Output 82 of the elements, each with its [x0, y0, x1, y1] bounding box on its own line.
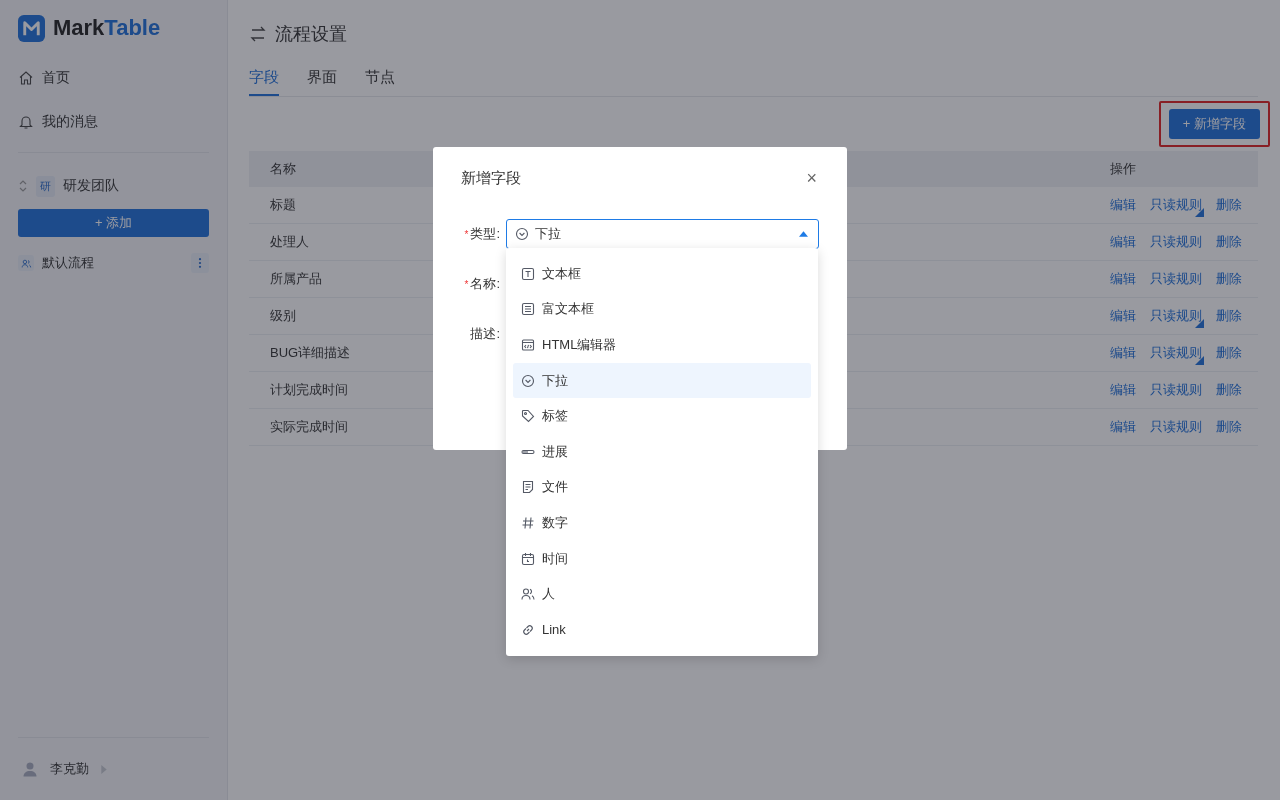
- code-window-icon: [521, 338, 535, 352]
- required-mark: *: [464, 229, 469, 240]
- action-link[interactable]: 删除: [1216, 233, 1242, 251]
- circle-chevron-icon: [515, 227, 529, 241]
- team-name[interactable]: 研发团队: [63, 177, 119, 195]
- sidebar-nav-item[interactable]: 我的消息: [18, 100, 209, 144]
- field-label: 类型:: [470, 226, 500, 241]
- people-icon: [521, 587, 535, 602]
- action-link[interactable]: 编辑: [1110, 381, 1136, 399]
- column-header: 名称: [270, 161, 296, 176]
- action-link[interactable]: 只读规则: [1150, 344, 1202, 362]
- expand-collapse-icon[interactable]: [18, 179, 28, 193]
- action-link[interactable]: 只读规则: [1150, 233, 1202, 251]
- app-logo-text: MarkTable: [53, 15, 161, 41]
- action-link[interactable]: 编辑: [1110, 418, 1136, 436]
- action-link[interactable]: 只读规则: [1150, 270, 1202, 288]
- page-title: 流程设置: [275, 23, 347, 46]
- rich-text-icon: [521, 302, 535, 317]
- text-box-icon: [521, 266, 535, 281]
- action-link[interactable]: 只读规则: [1150, 307, 1202, 325]
- home-icon: [18, 70, 34, 86]
- table-cell: 标题: [270, 197, 296, 212]
- action-link[interactable]: 只读规则: [1150, 418, 1202, 436]
- dropdown-option[interactable]: 标签: [513, 398, 811, 434]
- user-name[interactable]: 李克勤: [50, 760, 89, 778]
- team-badge: 研: [36, 175, 55, 197]
- action-link[interactable]: 只读规则: [1150, 381, 1202, 399]
- more-options-icon[interactable]: [191, 253, 209, 273]
- dialog-title: 新增字段: [461, 168, 521, 188]
- dropdown-option[interactable]: 进展: [513, 433, 811, 470]
- required-mark: *: [464, 279, 469, 290]
- logo-icon: [18, 14, 45, 42]
- bell-icon: [18, 114, 34, 130]
- dropdown-option[interactable]: 文本框: [513, 256, 811, 292]
- tab[interactable]: 字段: [249, 68, 279, 96]
- action-link[interactable]: 编辑: [1110, 307, 1136, 325]
- dropdown-option[interactable]: 人: [513, 576, 811, 612]
- calendar-icon: [521, 551, 535, 566]
- action-link[interactable]: 编辑: [1110, 344, 1136, 362]
- link-icon: [521, 622, 535, 637]
- action-link[interactable]: 删除: [1216, 344, 1242, 362]
- dropdown-option[interactable]: 文件: [513, 469, 811, 506]
- table-cell: 所属产品: [270, 271, 322, 286]
- field-label: 描述:: [470, 326, 500, 341]
- user-avatar-icon: [22, 761, 38, 777]
- dropdown-option[interactable]: 时间: [513, 540, 811, 577]
- table-cell: 级别: [270, 308, 296, 323]
- table-cell: 计划完成时间: [270, 382, 348, 397]
- dropdown-option[interactable]: HTML编辑器: [513, 327, 811, 363]
- action-link[interactable]: 编辑: [1110, 270, 1136, 288]
- action-link[interactable]: 只读规则: [1150, 196, 1202, 214]
- dropdown-option[interactable]: 富文本框: [513, 291, 811, 328]
- action-link[interactable]: 删除: [1216, 381, 1242, 399]
- action-link[interactable]: 删除: [1216, 270, 1242, 288]
- add-button[interactable]: + 添加: [18, 209, 209, 237]
- action-link[interactable]: 编辑: [1110, 233, 1136, 251]
- table-cell: 处理人: [270, 234, 309, 249]
- dropdown-option[interactable]: 下拉: [513, 362, 811, 399]
- caret-icon: [799, 231, 808, 237]
- document-icon: [521, 480, 535, 495]
- action-link[interactable]: 删除: [1216, 307, 1242, 325]
- field-label: 名称:: [470, 276, 500, 291]
- circle-chevron-icon: [521, 373, 535, 388]
- sidebar-nav-item[interactable]: 首页: [18, 56, 209, 100]
- close-button[interactable]: ×: [804, 167, 819, 189]
- action-link[interactable]: 编辑: [1110, 196, 1136, 214]
- table-cell: BUG详细描述: [270, 345, 351, 360]
- dropdown-option[interactable]: 数字: [513, 505, 811, 541]
- tab[interactable]: 界面: [307, 68, 337, 96]
- action-link[interactable]: 删除: [1216, 418, 1242, 436]
- action-link[interactable]: 删除: [1216, 196, 1242, 214]
- dropdown-option[interactable]: Link: [513, 611, 811, 648]
- people-icon: [18, 255, 34, 271]
- table-cell: 实际完成时间: [270, 419, 348, 434]
- column-header: 操作: [1110, 161, 1136, 176]
- tab[interactable]: 节点: [365, 68, 395, 96]
- swap-arrows-icon: [249, 25, 267, 43]
- tag-icon: [521, 409, 535, 424]
- hash-icon: [521, 515, 535, 530]
- new-field-button[interactable]: + 新增字段: [1168, 109, 1260, 139]
- caret-icon[interactable]: [101, 764, 107, 774]
- flow-item[interactable]: 默认流程: [18, 245, 209, 281]
